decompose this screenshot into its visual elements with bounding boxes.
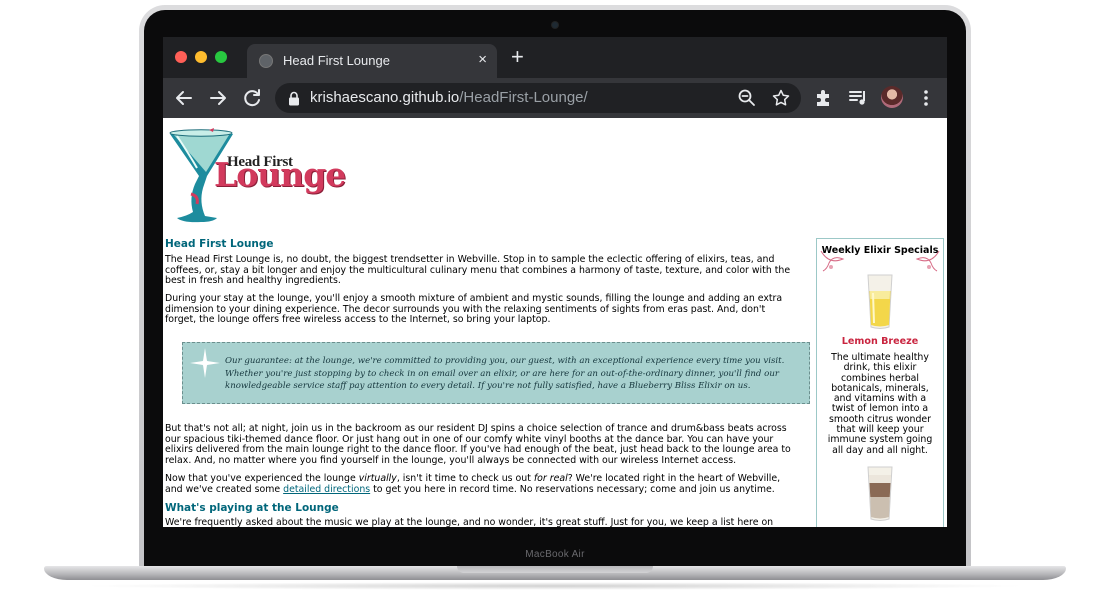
minimize-window-dot[interactable] xyxy=(195,51,207,63)
forward-arrow-icon[interactable] xyxy=(206,86,230,110)
guarantee-box: Our guarantee: at the lounge, we're comm… xyxy=(182,342,810,404)
laptop-notch xyxy=(457,566,653,573)
music-paragraph: We're frequently asked about the music w… xyxy=(165,517,774,527)
avatar[interactable] xyxy=(881,86,903,108)
intro-paragraph: The Head First Lounge is, no doubt, the … xyxy=(165,254,791,286)
guarantee-text: Our guarantee: at the lounge, we're comm… xyxy=(225,356,785,391)
address-bar[interactable]: krishaescano.github.io/HeadFirst-Lounge/ xyxy=(275,83,801,113)
chai-drink-image xyxy=(867,466,893,521)
visit-text-b: , isn't it time to check us out xyxy=(396,473,534,484)
elixir-specials-sidebar: Weekly Elixir Specials Lemon Breeze The … xyxy=(816,238,944,527)
lock-icon[interactable] xyxy=(287,91,301,106)
web-page: Head First Lounge Head First Lounge The … xyxy=(163,118,947,527)
music-heading: What's playing at the Lounge xyxy=(165,502,339,514)
star-icon[interactable] xyxy=(771,88,791,108)
tab-bar: Head First Lounge × + xyxy=(163,37,947,78)
close-window-dot[interactable] xyxy=(175,51,187,63)
sparkle-star-icon xyxy=(190,348,220,378)
drink-description: The ultimate healthy drink, this elixir … xyxy=(827,352,933,456)
extensions-icon[interactable] xyxy=(812,86,836,110)
logo-lounge: Lounge xyxy=(214,155,346,194)
laptop-shadow xyxy=(80,582,1030,590)
new-tab-icon[interactable]: + xyxy=(511,45,524,69)
lemon-drink-image xyxy=(867,274,893,329)
screen: Head First Lounge × + krishaescano.githu… xyxy=(163,37,947,527)
close-tab-icon[interactable]: × xyxy=(478,51,487,69)
maximize-window-dot[interactable] xyxy=(215,51,227,63)
directions-link[interactable]: detailed directions xyxy=(283,484,370,495)
url-text[interactable]: krishaescano.github.io/HeadFirst-Lounge/ xyxy=(310,89,588,106)
sidebar-title: Weekly Elixir Specials xyxy=(821,245,939,256)
tab-head-first-lounge[interactable]: Head First Lounge × xyxy=(247,44,497,78)
visit-paragraph: Now that you've experienced the lounge v… xyxy=(165,473,793,495)
model-label: MacBook Air xyxy=(525,549,585,560)
url-domain: krishaescano.github.io xyxy=(310,89,460,106)
back-arrow-icon[interactable] xyxy=(172,86,196,110)
lounge-logo: Head First Lounge xyxy=(169,124,349,224)
page-title: Head First Lounge xyxy=(165,238,274,250)
visit-for-real: for real xyxy=(533,473,568,484)
main-content: Head First Lounge The Head First Lounge … xyxy=(165,238,810,527)
reload-icon[interactable] xyxy=(240,86,264,110)
globe-icon xyxy=(259,54,273,68)
visit-virtually: virtually xyxy=(358,473,397,484)
stay-paragraph: During your stay at the lounge, you'll e… xyxy=(165,293,783,325)
toolbar: krishaescano.github.io/HeadFirst-Lounge/ xyxy=(163,78,947,118)
night-paragraph: But that's not all; at night, join us in… xyxy=(165,423,791,466)
drink-name: Lemon Breeze xyxy=(841,336,919,347)
media-icon[interactable] xyxy=(846,86,870,110)
menu-icon[interactable] xyxy=(914,86,938,110)
url-path: /HeadFirst-Lounge/ xyxy=(459,89,588,106)
camera xyxy=(552,22,558,28)
visit-text-d: to get you here in record time. No reser… xyxy=(370,483,775,495)
visit-text-a: Now that you've experienced the lounge xyxy=(165,473,359,484)
zoom-icon[interactable] xyxy=(737,88,757,108)
tab-title: Head First Lounge xyxy=(283,53,390,68)
